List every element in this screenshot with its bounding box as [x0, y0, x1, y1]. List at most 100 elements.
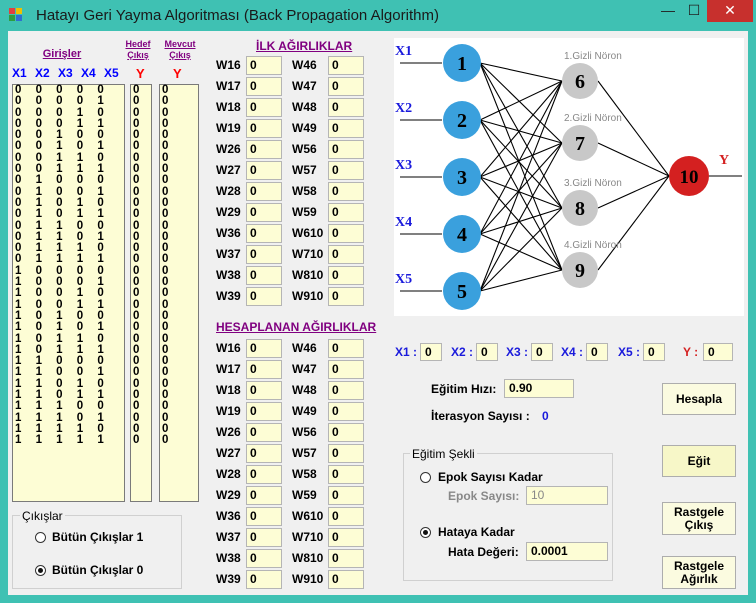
all-outputs-1-radio[interactable] [35, 532, 46, 543]
close-button[interactable]: ✕ [707, 0, 753, 22]
inputs-listbox[interactable]: 0 0 0 0 00 0 0 0 10 0 0 1 00 0 0 1 10 0 … [12, 84, 125, 502]
epoch-count-radio[interactable] [420, 472, 431, 483]
train-button[interactable]: Eğit [662, 445, 736, 477]
weight-input[interactable]: 0 [246, 528, 282, 547]
input-node-number: 5 [457, 281, 467, 303]
weight-input[interactable]: 0 [328, 77, 364, 96]
weight-input[interactable]: 0 [328, 203, 364, 222]
learning-rate-input[interactable]: 0.90 [504, 379, 574, 398]
maximize-button[interactable]: ☐ [681, 0, 707, 22]
target-output-row[interactable]: 0 [131, 174, 151, 186]
weight-input[interactable]: 0 [246, 549, 282, 568]
weight-input[interactable]: 0 [246, 245, 282, 264]
calculate-button[interactable]: Hesapla [662, 383, 736, 415]
weight-input[interactable]: 0 [328, 140, 364, 159]
weight-input[interactable]: 0 [328, 486, 364, 505]
io-value-input[interactable]: 0 [476, 343, 498, 361]
weight-input[interactable]: 0 [246, 119, 282, 138]
target-output-row[interactable]: 0 [131, 95, 151, 107]
epoch-count-input[interactable]: 10 [526, 486, 608, 505]
weight-input[interactable]: 0 [328, 119, 364, 138]
io-value-input[interactable]: 0 [586, 343, 608, 361]
target-output-row[interactable]: 0 [131, 208, 151, 220]
weight-input[interactable]: 0 [246, 77, 282, 96]
weight-input[interactable]: 0 [246, 402, 282, 421]
current-output-row[interactable]: 0 [160, 321, 198, 333]
weight-input[interactable]: 0 [328, 570, 364, 589]
weight-input[interactable]: 0 [246, 287, 282, 306]
weight-input[interactable]: 0 [246, 98, 282, 117]
input-column-header: X2 [35, 66, 50, 80]
title-bar: Hatayı Geri Yayma Algoritması (Back Prop… [0, 0, 756, 30]
io-value-input[interactable]: 0 [643, 343, 665, 361]
minimize-button[interactable]: — [655, 0, 681, 22]
weight-input[interactable]: 0 [328, 381, 364, 400]
weight-input[interactable]: 0 [328, 182, 364, 201]
weight-input[interactable]: 0 [328, 423, 364, 442]
target-output-row[interactable]: 0 [131, 400, 151, 412]
weight-input[interactable]: 0 [328, 444, 364, 463]
weight-input[interactable]: 0 [328, 161, 364, 180]
target-output-row[interactable]: 0 [131, 321, 151, 333]
target-output-row[interactable]: 0 [131, 287, 151, 299]
weight-input[interactable]: 0 [328, 245, 364, 264]
weight-input[interactable]: 0 [328, 465, 364, 484]
weight-input[interactable]: 0 [246, 381, 282, 400]
input-row[interactable]: 1 0 0 1 0 [13, 287, 124, 299]
weight-input[interactable]: 0 [246, 161, 282, 180]
current-output-listbox[interactable]: 00000000000000000000000000000000 [159, 84, 199, 502]
weight-input[interactable]: 0 [246, 570, 282, 589]
weight-input[interactable]: 0 [246, 140, 282, 159]
weight-input[interactable]: 0 [328, 528, 364, 547]
weight-input[interactable]: 0 [246, 203, 282, 222]
until-error-option: Hataya Kadar [438, 525, 515, 539]
weight-input[interactable]: 0 [246, 266, 282, 285]
weight-input[interactable]: 0 [328, 56, 364, 75]
io-value-input[interactable]: 0 [703, 343, 733, 361]
input-row[interactable]: 0 1 0 0 0 [13, 174, 124, 186]
weight-input[interactable]: 0 [328, 266, 364, 285]
error-value-input[interactable]: 0.0001 [526, 542, 608, 561]
until-error-radio[interactable] [420, 527, 431, 538]
current-output-row[interactable]: 0 [160, 95, 198, 107]
random-weights-button[interactable]: Rastgele Ağırlık [662, 556, 736, 589]
random-output-button[interactable]: Rastgele Çıkış [662, 502, 736, 535]
input-row[interactable]: 1 0 1 0 1 [13, 321, 124, 333]
input-row[interactable]: 1 1 1 1 1 [13, 434, 124, 446]
weight-input[interactable]: 0 [328, 224, 364, 243]
target-y-label: Y [136, 66, 145, 81]
io-value-input[interactable]: 0 [531, 343, 553, 361]
weight-input[interactable]: 0 [246, 339, 282, 358]
weight-input[interactable]: 0 [328, 360, 364, 379]
weight-input[interactable]: 0 [246, 465, 282, 484]
all-outputs-0-radio[interactable] [35, 565, 46, 576]
weight-input[interactable]: 0 [246, 182, 282, 201]
target-output-row[interactable]: 0 [131, 434, 151, 446]
weight-input[interactable]: 0 [328, 287, 364, 306]
current-output-row[interactable]: 0 [160, 208, 198, 220]
weight-input[interactable]: 0 [246, 444, 282, 463]
current-output-row[interactable]: 0 [160, 400, 198, 412]
io-value-input[interactable]: 0 [420, 343, 442, 361]
weight-input[interactable]: 0 [328, 339, 364, 358]
weight-input[interactable]: 0 [246, 224, 282, 243]
weight-input[interactable]: 0 [328, 98, 364, 117]
input-row[interactable]: 0 0 0 0 1 [13, 95, 124, 107]
weight-label: W17 [216, 362, 241, 376]
weight-input[interactable]: 0 [328, 402, 364, 421]
weight-label: W39 [216, 289, 241, 303]
weight-label: W19 [216, 404, 241, 418]
weight-input[interactable]: 0 [246, 507, 282, 526]
weight-input[interactable]: 0 [328, 507, 364, 526]
weight-input[interactable]: 0 [246, 56, 282, 75]
current-output-row[interactable]: 0 [160, 434, 198, 446]
weight-input[interactable]: 0 [246, 423, 282, 442]
weight-input[interactable]: 0 [328, 549, 364, 568]
weight-input[interactable]: 0 [246, 360, 282, 379]
current-output-row[interactable]: 0 [160, 287, 198, 299]
target-output-listbox[interactable]: 00000000000000000000000000000000 [130, 84, 152, 502]
current-output-row[interactable]: 0 [160, 174, 198, 186]
weight-input[interactable]: 0 [246, 486, 282, 505]
input-row[interactable]: 1 1 1 0 0 [13, 400, 124, 412]
input-row[interactable]: 0 1 0 1 1 [13, 208, 124, 220]
